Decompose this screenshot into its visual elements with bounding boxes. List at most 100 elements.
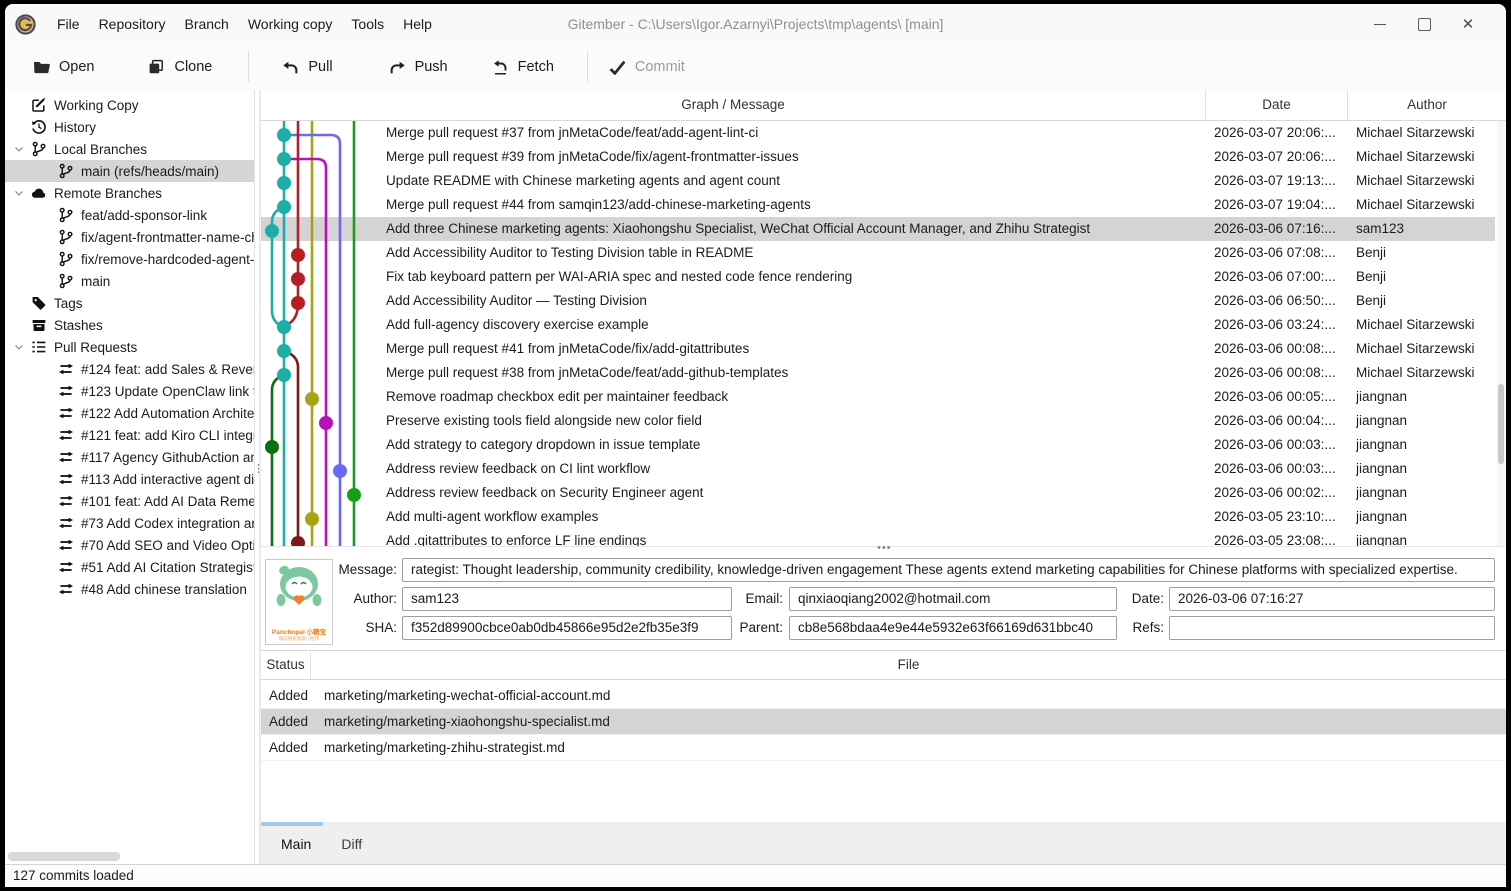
commit-message: Add three Chinese marketing agents: Xiao… <box>386 217 1195 241</box>
commit-row[interactable]: Fix tab keyboard pattern per WAI-ARIA sp… <box>261 265 1495 289</box>
sidebar-item-pull-requests[interactable]: Pull Requests <box>5 336 254 358</box>
chevron-down-icon[interactable] <box>12 142 31 156</box>
commit-row[interactable]: Merge pull request #41 from jnMetaCode/f… <box>261 337 1495 361</box>
swap-icon <box>58 515 75 531</box>
column-header-author[interactable]: Author <box>1348 90 1506 120</box>
commit-button[interactable]: Commit <box>609 59 685 75</box>
swap-icon <box>58 559 75 575</box>
sidebar-item-pr-123[interactable]: #123 Update OpenClaw link to <box>5 380 254 402</box>
sidebar-item-tags[interactable]: Tags <box>5 292 254 314</box>
commit-dot[interactable] <box>291 536 305 546</box>
detail-splitter[interactable]: ••• <box>261 546 1506 553</box>
sidebar-item-pr-48[interactable]: #48 Add chinese translation <box>5 578 254 600</box>
commit-row[interactable]: Add Accessibility Auditor to Testing Div… <box>261 241 1495 265</box>
menu-working-copy[interactable]: Working copy <box>248 16 333 32</box>
sidebar-item-pr-73[interactable]: #73 Add Codex integration an <box>5 512 254 534</box>
sidebar-item-pr-121[interactable]: #121 feat: add Kiro CLI integra <box>5 424 254 446</box>
column-header-graph-message[interactable]: Graph / Message <box>261 90 1206 120</box>
commit-dot[interactable] <box>305 512 319 526</box>
tab-main[interactable]: Main <box>281 836 311 852</box>
email-field[interactable]: qinxiaoqiang2002@hotmail.com <box>789 587 1117 611</box>
commit-dot[interactable] <box>347 488 361 502</box>
commit-dot[interactable] <box>291 248 305 262</box>
tab-diff[interactable]: Diff <box>341 836 362 852</box>
commit-row[interactable]: Preserve existing tools field alongside … <box>261 409 1495 433</box>
close-button[interactable]: ✕ <box>1446 9 1490 39</box>
sidebar-item-pr-122[interactable]: #122 Add Automation Archite <box>5 402 254 424</box>
column-header-status[interactable]: Status <box>261 651 311 679</box>
commit-row[interactable]: Add multi-agent workflow examples2026-03… <box>261 505 1495 529</box>
sidebar-item-pr-70[interactable]: #70 Add SEO and Video Optim <box>5 534 254 556</box>
file-row[interactable]: Addedmarketing/marketing-wechat-official… <box>261 683 1506 709</box>
commit-row[interactable]: Merge pull request #44 from samqin123/ad… <box>261 193 1495 217</box>
menu-repository[interactable]: Repository <box>99 16 166 32</box>
sidebar-item-working-copy[interactable]: Working Copy <box>5 94 254 116</box>
sidebar-item-pr-101[interactable]: #101 feat: Add AI Data Remed <box>5 490 254 512</box>
menu-file[interactable]: File <box>57 16 80 32</box>
parent-field[interactable]: cb8e568bdaa4e9e44e5932e63f66169d631bbc40 <box>789 616 1117 640</box>
pull-button[interactable]: Pull <box>282 59 332 75</box>
commit-row[interactable]: Address review feedback on Security Engi… <box>261 481 1495 505</box>
fetch-button[interactable]: Fetch <box>492 59 554 75</box>
chevron-down-icon[interactable] <box>12 186 31 200</box>
sidebar-item-branch-main-local[interactable]: main (refs/heads/main) <box>5 160 254 182</box>
commit-dot[interactable] <box>277 344 291 358</box>
commit-row[interactable]: Merge pull request #38 from jnMetaCode/f… <box>261 361 1495 385</box>
sidebar-item-pr-51[interactable]: #51 Add AI Citation Strategist <box>5 556 254 578</box>
open-button[interactable]: Open <box>33 59 94 75</box>
column-header-file[interactable]: File <box>311 651 1506 679</box>
sidebar-horizontal-scrollbar[interactable] <box>8 852 120 861</box>
menu-tools[interactable]: Tools <box>351 16 384 32</box>
commit-dot[interactable] <box>319 416 333 430</box>
commit-dot[interactable] <box>277 152 291 166</box>
sidebar-item-branch-main-remote[interactable]: main <box>5 270 254 292</box>
sidebar-item-history[interactable]: History <box>5 116 254 138</box>
maximize-button[interactable] <box>1402 9 1446 39</box>
author-field[interactable]: sam123 <box>402 587 732 611</box>
menu-help[interactable]: Help <box>403 16 432 32</box>
sidebar-item-branch-feat-add-sponsor-link[interactable]: feat/add-sponsor-link <box>5 204 254 226</box>
sidebar-item-pr-117[interactable]: #117 Agency GithubAction an <box>5 446 254 468</box>
commit-dot[interactable] <box>277 320 291 334</box>
commit-dot[interactable] <box>277 368 291 382</box>
commit-dot[interactable] <box>277 176 291 190</box>
message-field[interactable]: rategist: Thought leadership, community … <box>402 558 1495 582</box>
commit-dot[interactable] <box>265 224 279 238</box>
push-button[interactable]: Push <box>389 59 448 75</box>
commit-row[interactable]: Merge pull request #37 from jnMetaCode/f… <box>261 121 1495 145</box>
commit-dot[interactable] <box>333 464 347 478</box>
sidebar-item-local-branches[interactable]: Local Branches <box>5 138 254 160</box>
menu-branch[interactable]: Branch <box>184 16 228 32</box>
commit-dot[interactable] <box>265 440 279 454</box>
scrollbar-thumb[interactable] <box>1498 384 1504 464</box>
minimize-button[interactable] <box>1358 9 1402 39</box>
file-row[interactable]: Addedmarketing/marketing-zhihu-strategis… <box>261 735 1506 761</box>
commit-dot[interactable] <box>277 200 291 214</box>
refs-field[interactable] <box>1169 616 1495 640</box>
sidebar-item-branch-fix-agent-frontmatter[interactable]: fix/agent-frontmatter-name-ch <box>5 226 254 248</box>
commit-dot[interactable] <box>277 128 291 142</box>
commit-list-scrollbar[interactable] <box>1497 121 1505 546</box>
date-field[interactable]: 2026-03-06 07:16:27 <box>1169 587 1495 611</box>
sidebar-item-pr-113[interactable]: #113 Add interactive agent di <box>5 468 254 490</box>
sidebar-item-branch-fix-remove-hardcoded[interactable]: fix/remove-hardcoded-agent-c <box>5 248 254 270</box>
commit-dot[interactable] <box>305 392 319 406</box>
commit-dot[interactable] <box>291 272 305 286</box>
commit-dot[interactable] <box>291 296 305 310</box>
commit-row[interactable]: Address review feedback on CI lint workf… <box>261 457 1495 481</box>
commit-row[interactable]: Add three Chinese marketing agents: Xiao… <box>261 217 1495 241</box>
sha-field[interactable]: f352d89900cbce0ab0db45866e95d2e2fb35e3f9 <box>402 616 732 640</box>
commit-row[interactable]: Add Accessibility Auditor — Testing Divi… <box>261 289 1495 313</box>
chevron-down-icon[interactable] <box>12 340 31 354</box>
commit-row[interactable]: Update README with Chinese marketing age… <box>261 169 1495 193</box>
sidebar-item-pr-124[interactable]: #124 feat: add Sales & Revenu <box>5 358 254 380</box>
commit-row[interactable]: Remove roadmap checkbox edit per maintai… <box>261 385 1495 409</box>
sidebar-item-remote-branches[interactable]: Remote Branches <box>5 182 254 204</box>
commit-row[interactable]: Add strategy to category dropdown in iss… <box>261 433 1495 457</box>
commit-row[interactable]: Merge pull request #39 from jnMetaCode/f… <box>261 145 1495 169</box>
column-header-date[interactable]: Date <box>1206 90 1348 120</box>
file-row[interactable]: Addedmarketing/marketing-xiaohongshu-spe… <box>261 709 1506 735</box>
sidebar-item-stashes[interactable]: Stashes <box>5 314 254 336</box>
commit-row[interactable]: Add full-agency discovery exercise examp… <box>261 313 1495 337</box>
clone-button[interactable]: Clone <box>148 59 212 75</box>
